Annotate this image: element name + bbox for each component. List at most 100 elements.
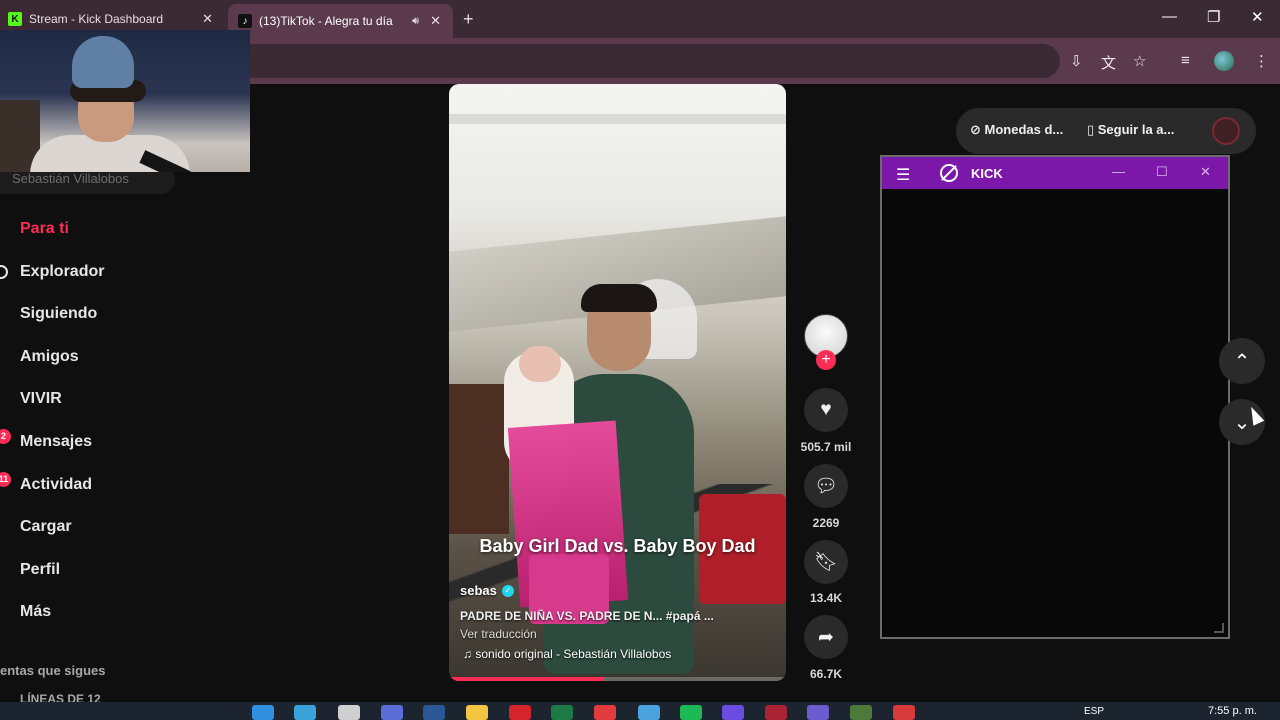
like-button[interactable]: ♥	[804, 388, 848, 432]
comment-icon: 💬︎	[813, 476, 839, 497]
comment-count: 2269	[812, 516, 840, 530]
sidebar-item-label: VIVIR	[20, 390, 62, 407]
activity-badge: 11	[0, 472, 11, 487]
sidebar-item-label: Amigos	[20, 348, 79, 365]
tab-tiktok[interactable]: ♪ (13)TikTok - Alegra tu día 🔊︎ ✕	[228, 4, 453, 38]
opera-icon[interactable]	[509, 705, 531, 720]
app-icon[interactable]	[594, 705, 616, 720]
media-control-icon[interactable]: ≡	[1181, 52, 1190, 69]
close-window-icon[interactable]: ✕	[1251, 8, 1264, 26]
video-sound[interactable]: ♫ sonido original - Sebastián Villalobos	[463, 647, 671, 661]
heart-icon: ♥	[820, 399, 832, 420]
sidebar-item-label: Para ti	[20, 220, 69, 237]
coins-label: Monedas d...	[984, 122, 1064, 137]
tab-title: Stream - Kick Dashboard	[29, 12, 164, 26]
bookmark-star-icon[interactable]: ☆	[1133, 52, 1146, 70]
like-count: 505.7 mil	[800, 440, 852, 454]
bookmark-icon: 🔖︎	[813, 552, 839, 573]
get-app-button[interactable]: ▯ Seguir la a...	[1087, 122, 1174, 138]
start-icon[interactable]	[252, 705, 274, 720]
sidebar-item-label: Mensajes	[20, 433, 93, 450]
sidebar-item-label: Cargar	[20, 518, 72, 535]
share-icon: ➦	[818, 626, 834, 648]
kick-titlebar: ☰ KICK — ☐ ✕	[882, 157, 1228, 189]
video-progress-bar[interactable]	[449, 677, 786, 681]
video-scene	[519, 346, 561, 382]
webcam-streamer-beanie	[72, 36, 134, 88]
previous-video-button[interactable]: ⌃	[1219, 338, 1265, 384]
kick-maximize-icon[interactable]: ☐	[1156, 164, 1168, 180]
tiktok-favicon-icon: ♪	[238, 14, 252, 28]
folder-icon[interactable]	[466, 705, 488, 720]
kick-favicon-icon: K	[8, 12, 22, 26]
spotify-icon[interactable]	[680, 705, 702, 720]
sidebar-item-label: Siguiendo	[20, 305, 98, 322]
video-player[interactable]: Baby Girl Dad vs. Baby Boy Dad sebas ✓ P…	[449, 84, 786, 681]
music-note-icon: ♫	[463, 647, 476, 661]
app-icon[interactable]	[807, 705, 829, 720]
kick-minimize-icon[interactable]: —	[1112, 164, 1125, 179]
windows-taskbar: ESP 7:55 p. m.	[0, 702, 1280, 720]
chevron-up-icon: ⌃	[1233, 350, 1251, 373]
compass-icon	[0, 265, 8, 279]
following-section-title: entas que sigues	[0, 663, 106, 678]
clock[interactable]: 7:55 p. m.	[1208, 705, 1257, 717]
speaker-icon[interactable]: 🔊︎	[412, 15, 419, 28]
kick-popup-window: ☰ KICK — ☐ ✕	[880, 155, 1230, 639]
video-scene	[581, 284, 657, 312]
coin-icon: ⊘	[970, 122, 985, 137]
see-translation-link[interactable]: Ver traducción	[460, 627, 537, 641]
sidebar-item-label: Perfil	[20, 561, 61, 578]
excel-icon[interactable]	[551, 705, 573, 720]
chrome-icon[interactable]	[638, 705, 660, 720]
follow-plus-icon[interactable]: +	[816, 350, 836, 370]
new-tab-icon[interactable]: +	[463, 9, 474, 30]
hamburger-menu-icon[interactable]: ☰	[896, 165, 910, 185]
video-scene	[449, 114, 786, 124]
kick-close-icon[interactable]: ✕	[1200, 164, 1211, 180]
kick-logo-icon	[940, 164, 958, 182]
tab-title: (13)TikTok - Alegra tu día	[259, 14, 393, 28]
video-description[interactable]: PADRE DE NIÑA VS. PADRE DE N... #papá ..…	[460, 609, 760, 623]
save-count: 13.4K	[809, 591, 843, 605]
verified-icon: ✓	[502, 585, 514, 597]
phone-icon: ▯	[1087, 122, 1098, 137]
user-avatar[interactable]	[1212, 117, 1240, 145]
video-overlay-caption: Baby Girl Dad vs. Baby Boy Dad	[479, 536, 756, 556]
translate-icon[interactable]: 文	[1101, 52, 1116, 73]
coins-button[interactable]: ⊘ Monedas d...	[970, 122, 1063, 138]
sound-label: sonido original - Sebastián Villalobos	[475, 647, 672, 661]
app-icon[interactable]	[893, 705, 915, 720]
sidebar-item-label: Más	[20, 603, 52, 620]
profile-avatar[interactable]	[1214, 51, 1234, 71]
app-icon[interactable]	[765, 705, 787, 720]
address-bar[interactable]	[238, 44, 1060, 78]
webcam-overlay	[0, 30, 250, 172]
menu-dots-icon[interactable]: ⋮	[1254, 52, 1269, 70]
close-tab-icon[interactable]: ✕	[202, 11, 213, 27]
get-app-label: Seguir la a...	[1097, 122, 1175, 137]
copilot-icon[interactable]	[381, 705, 403, 720]
video-progress-fill	[449, 677, 605, 681]
sidebar-item-label: Explorador	[20, 263, 105, 280]
close-tab-icon[interactable]: ✕	[430, 13, 441, 29]
video-author[interactable]: sebas	[460, 583, 497, 598]
share-count: 66.7K	[809, 667, 843, 681]
install-app-icon[interactable]: ⇩	[1070, 52, 1083, 70]
kick-window-title: KICK	[971, 166, 1003, 181]
sidebar-item-label: Actividad	[20, 476, 93, 493]
share-button[interactable]: ➦	[804, 615, 848, 659]
top-right-actions: ⊘ Monedas d... ▯ Seguir la a...	[956, 108, 1256, 154]
edge-icon[interactable]	[294, 705, 316, 720]
word-icon[interactable]	[423, 705, 445, 720]
comment-button[interactable]: 💬︎	[804, 464, 848, 508]
restore-icon[interactable]: ❐	[1207, 8, 1220, 26]
obs-icon[interactable]	[722, 705, 744, 720]
save-button[interactable]: 🔖︎	[804, 540, 848, 584]
language-indicator[interactable]: ESP	[1084, 706, 1104, 717]
minimize-icon[interactable]: —	[1162, 8, 1177, 25]
app-icon[interactable]	[850, 705, 872, 720]
messages-badge: 2	[0, 429, 11, 444]
explorer-icon[interactable]	[338, 705, 360, 720]
resize-grip-icon[interactable]	[1214, 623, 1224, 633]
